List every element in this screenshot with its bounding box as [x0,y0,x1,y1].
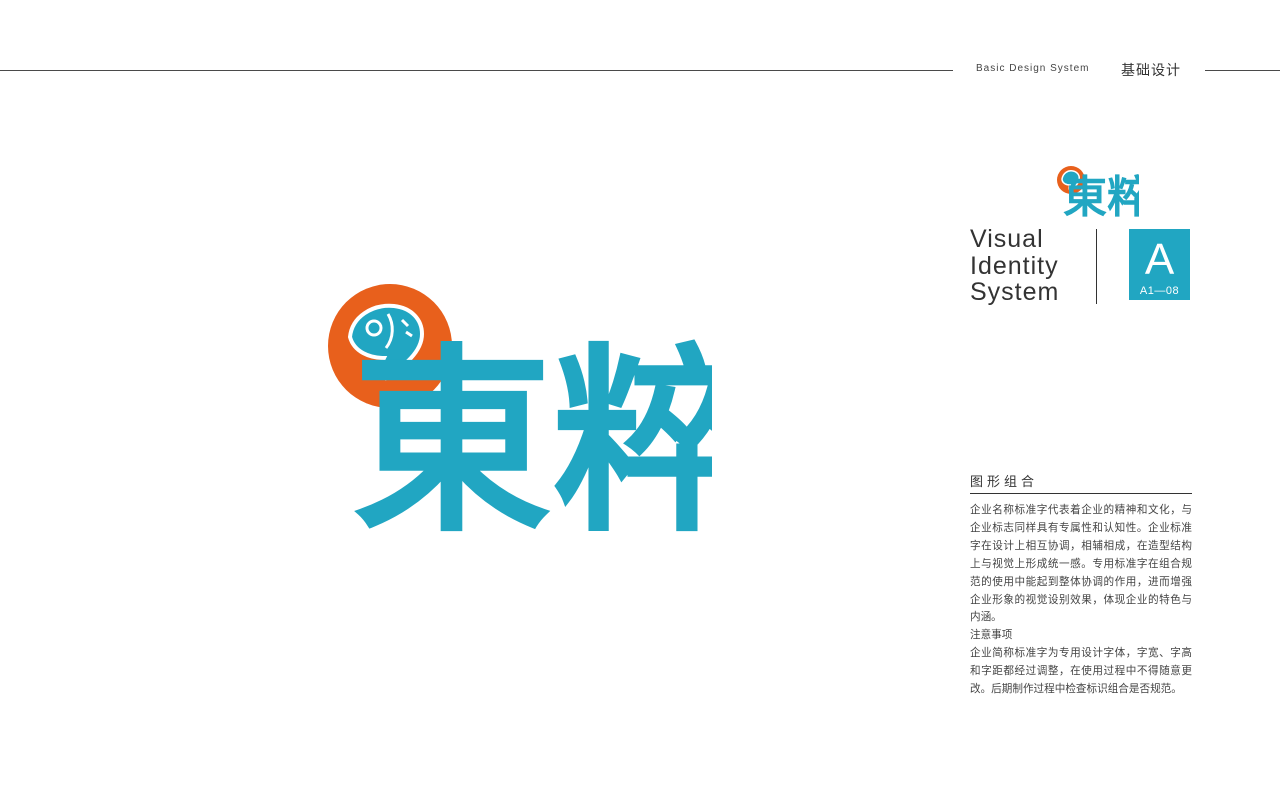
logo-small-text: 東粹 [1063,172,1139,220]
title-divider [1096,229,1097,304]
visual-identity-title: Visual Identity System [970,226,1059,306]
badge-code: A1—08 [1139,285,1180,297]
title-line-identity: Identity [970,251,1059,280]
note-title: 注意事项 [970,629,1013,642]
section-badge: A A1—08 [1129,229,1190,300]
header-rule-right [1205,70,1280,71]
section-rule [970,493,1192,494]
title-line-system: System [970,278,1060,306]
header-subtitle-en: Basic Design System [976,63,1090,74]
header-rule-left [0,70,953,71]
section-body: 企业名称标准字代表着企业的精神和文化，与企业标志同样具有专属性和认知性。企业标准… [970,502,1192,699]
body-paragraph-1: 企业名称标准字代表着企业的精神和文化，与企业标志同样具有专属性和认知性。企业标准… [970,504,1192,624]
title-line-visual: Visual [970,225,1044,253]
logo-text: 東粹 [352,325,712,552]
badge-letter: A [1144,235,1175,284]
brand-logo-small: 東粹 [1057,166,1139,220]
brand-logo-main: 東粹 [328,284,712,552]
body-paragraph-2: 企业简称标准字为专用设计字体，字宽、字高和字距都经过调整，在使用过程中不得随意更… [970,647,1192,696]
section-title: 图形组合 [970,474,1039,489]
header-subtitle-cn: 基础设计 [1121,62,1181,78]
